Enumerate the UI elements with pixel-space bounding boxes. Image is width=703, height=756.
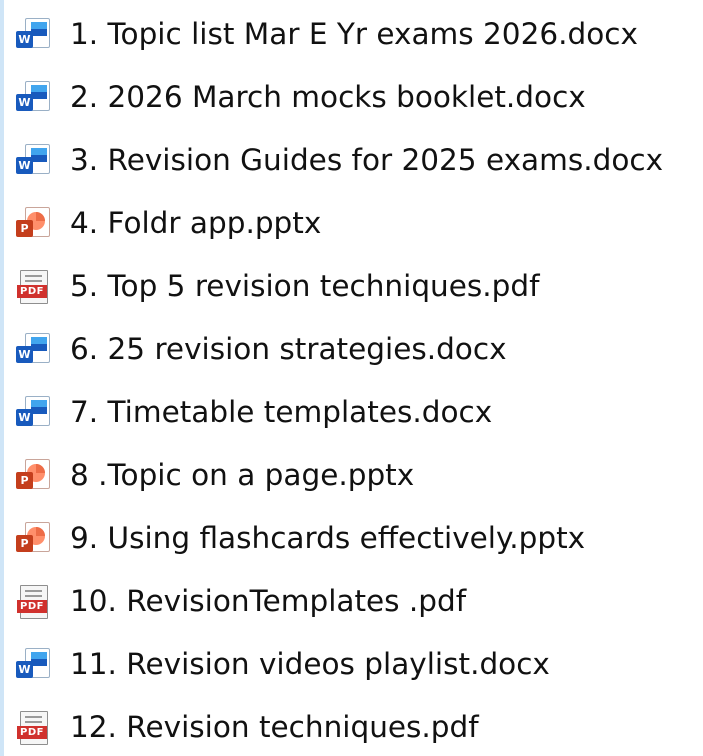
word-document-icon: W [14, 394, 50, 430]
word-document-icon: W [14, 16, 50, 52]
file-item[interactable]: W 11. Revision videos playlist.docx [8, 634, 703, 694]
pdf-document-icon: PDF [14, 583, 50, 619]
file-item[interactable]: P 9. Using flashcards effectively.pptx [8, 508, 703, 568]
file-item[interactable]: P 8 .Topic on a page.pptx [8, 445, 703, 505]
word-document-icon: W [14, 331, 50, 367]
file-name: 9. Using flashcards effectively.pptx [70, 521, 586, 555]
pdf-document-icon: PDF [14, 709, 50, 745]
file-name: 12. Revision techniques.pdf [70, 710, 479, 744]
powerpoint-presentation-icon: P [14, 457, 50, 493]
file-name: 5. Top 5 revision techniques.pdf [70, 269, 540, 303]
powerpoint-presentation-icon: P [14, 205, 50, 241]
word-document-icon: W [14, 79, 50, 115]
file-item[interactable]: P 4. Foldr app.pptx [8, 193, 703, 253]
file-item[interactable]: W 1. Topic list Mar E Yr exams 2026.docx [8, 4, 703, 64]
file-item[interactable]: W 2. 2026 March mocks booklet.docx [8, 67, 703, 127]
pdf-document-icon: PDF [14, 268, 50, 304]
file-item[interactable]: PDF 12. Revision techniques.pdf [8, 697, 703, 756]
file-list: W 1. Topic list Mar E Yr exams 2026.docx… [0, 0, 703, 756]
file-item[interactable]: W 7. Timetable templates.docx [8, 382, 703, 442]
file-name: 7. Timetable templates.docx [70, 395, 493, 429]
file-name: 6. 25 revision strategies.docx [70, 332, 507, 366]
file-name: 10. RevisionTemplates .pdf [70, 584, 467, 618]
file-item[interactable]: W 6. 25 revision strategies.docx [8, 319, 703, 379]
file-name: 1. Topic list Mar E Yr exams 2026.docx [70, 17, 638, 51]
powerpoint-presentation-icon: P [14, 520, 50, 556]
file-name: 8 .Topic on a page.pptx [70, 458, 415, 492]
file-item[interactable]: W 3. Revision Guides for 2025 exams.docx [8, 130, 703, 190]
file-name: 3. Revision Guides for 2025 exams.docx [70, 143, 664, 177]
file-item[interactable]: PDF 10. RevisionTemplates .pdf [8, 571, 703, 631]
file-item[interactable]: PDF 5. Top 5 revision techniques.pdf [8, 256, 703, 316]
file-name: 11. Revision videos playlist.docx [70, 647, 550, 681]
word-document-icon: W [14, 142, 50, 178]
file-name: 2. 2026 March mocks booklet.docx [70, 80, 586, 114]
file-name: 4. Foldr app.pptx [70, 206, 322, 240]
word-document-icon: W [14, 646, 50, 682]
